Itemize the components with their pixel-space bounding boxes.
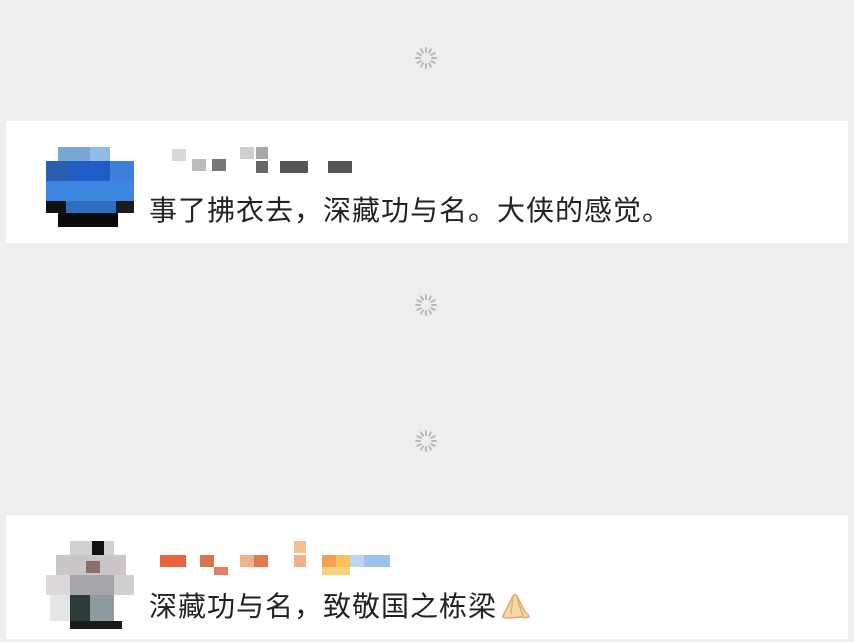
loading-spinner-icon bbox=[414, 429, 438, 453]
image-placeholder-middle bbox=[6, 243, 848, 515]
comment-text-body: 深藏功与名，致敬国之栋梁 bbox=[149, 590, 498, 623]
comment-item[interactable]: 深藏功与名，致敬国之栋梁 bbox=[6, 515, 848, 639]
loading-spinner-icon bbox=[414, 46, 438, 70]
comment-item[interactable]: 事了拂衣去，深藏功与名。大侠的感觉。 bbox=[6, 121, 848, 243]
loading-spinner-icon bbox=[414, 293, 438, 317]
image-placeholder-top bbox=[6, 0, 848, 121]
avatar[interactable] bbox=[46, 541, 134, 629]
avatar[interactable] bbox=[46, 147, 134, 235]
hands-icon bbox=[502, 593, 530, 619]
comment-text: 事了拂衣去，深藏功与名。大侠的感觉。 bbox=[149, 194, 672, 227]
comment-text: 深藏功与名，致敬国之栋梁 bbox=[149, 585, 533, 625]
